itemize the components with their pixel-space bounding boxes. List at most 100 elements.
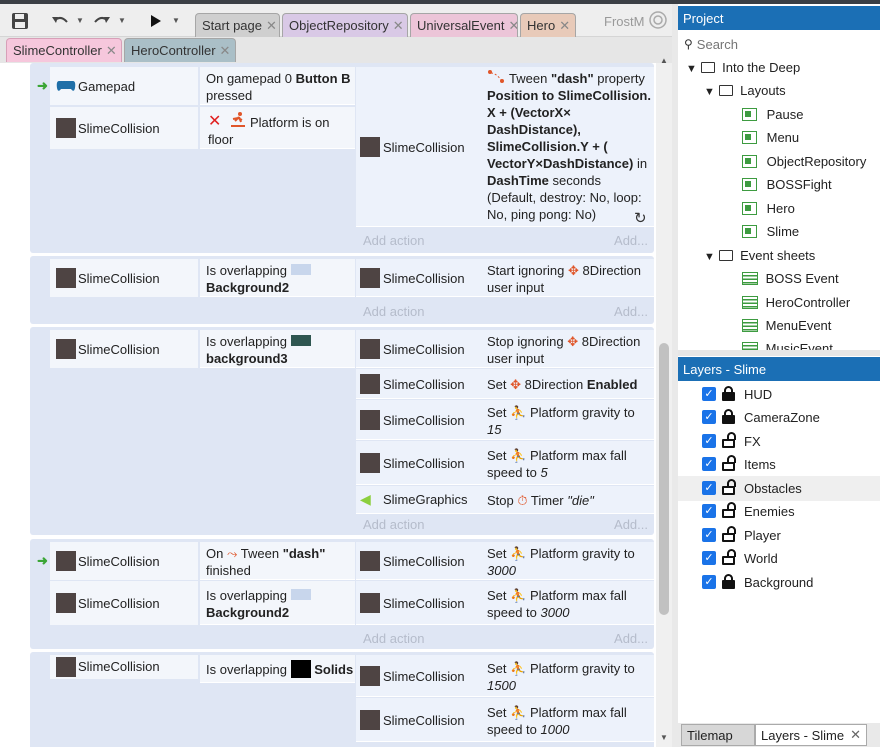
panel-splitter[interactable] [678, 350, 880, 356]
tree-item-layout[interactable]: Slime [742, 224, 799, 239]
play-dropdown-icon[interactable]: ▼ [172, 16, 180, 25]
action-row[interactable]: SlimeCollision Stop ignoring ✥ 8Directio… [356, 330, 654, 368]
undo-icon[interactable] [48, 10, 72, 32]
undo-dropdown-icon[interactable]: ▼ [76, 16, 84, 25]
layer-name[interactable]: FX [744, 434, 761, 449]
action-row[interactable]: SlimeCollision Set ✥ 8Direction Enabled [356, 369, 654, 399]
layer-visible-checkbox[interactable]: ✓ [702, 528, 716, 542]
layer-visible-checkbox[interactable]: ✓ [702, 551, 716, 565]
condition-object[interactable]: SlimeCollision [50, 107, 198, 149]
expand-icon[interactable]: ▼ [686, 63, 697, 75]
layer-visible-checkbox[interactable]: ✓ [702, 434, 716, 448]
scroll-up-icon[interactable]: ▲ [660, 56, 668, 65]
search-input[interactable] [696, 36, 857, 52]
layer-name[interactable]: HUD [744, 387, 772, 402]
condition-object[interactable]: Gamepad [50, 67, 198, 105]
lock-icon[interactable] [722, 574, 735, 589]
add-more-link[interactable]: Add... [590, 233, 648, 248]
lock-icon[interactable] [722, 386, 735, 401]
tab-start-page[interactable]: Start page ✕ [195, 13, 280, 37]
layer-visible-checkbox[interactable]: ✓ [702, 457, 716, 471]
condition-object[interactable]: SlimeCollision [50, 581, 198, 625]
save-icon[interactable] [8, 10, 32, 32]
tree-item-layout[interactable]: Pause [742, 107, 804, 122]
layer-name[interactable]: Player [744, 528, 781, 543]
tree-item-layout[interactable]: Menu [742, 130, 799, 145]
condition-row[interactable]: Is overlapping Solids [200, 655, 355, 683]
condition-row[interactable]: ✕ Platform is on floor [200, 107, 355, 149]
tree-item-event-sheet[interactable]: HeroController [742, 295, 850, 310]
close-icon[interactable]: ✕ [850, 727, 861, 743]
expand-icon[interactable]: ▼ [704, 86, 715, 98]
redo-icon[interactable] [90, 10, 114, 32]
action-row[interactable]: ◀ SlimeGraphics Stop ⏱ Timer "die" [356, 486, 654, 514]
tab-universalevent[interactable]: UniversalEvent✕ [410, 13, 518, 37]
tab-herocontroller[interactable]: HeroController ✕ [124, 38, 236, 62]
action-row[interactable]: SlimeCollision Tween "dash" property Pos… [356, 67, 654, 227]
tree-item-event-sheet[interactable]: MenuEvent [742, 318, 831, 333]
add-action-link[interactable]: Add action [363, 631, 424, 646]
lock-icon[interactable] [722, 409, 735, 424]
action-row[interactable]: SlimeCollision Set ⛹ Platform gravity to… [356, 400, 654, 440]
add-more-link[interactable]: Add... [590, 631, 648, 646]
tree-item-layout[interactable]: ObjectRepository [742, 154, 866, 169]
close-icon[interactable]: ✕ [508, 18, 517, 34]
action-row[interactable]: SlimeCollision Set ⛹ Platform gravity to… [356, 655, 654, 697]
condition-row[interactable]: On gamepad 0 Button B pressed [200, 67, 355, 105]
condition-object[interactable]: SlimeCollision [50, 542, 198, 580]
action-row[interactable]: SlimeCollision Set ⛹ Platform max fall sp… [356, 698, 654, 742]
close-icon[interactable]: ✕ [266, 18, 277, 34]
layer-visible-checkbox[interactable]: ✓ [702, 387, 716, 401]
unlock-icon[interactable] [722, 502, 736, 518]
project-search[interactable]: ⚲ [684, 34, 874, 54]
layer-name[interactable]: Items [744, 457, 776, 472]
add-action-link[interactable]: Add action [363, 233, 424, 248]
layer-name[interactable]: Background [744, 575, 813, 590]
tree-item-event-sheet[interactable]: BOSS Event [742, 271, 839, 286]
close-icon[interactable]: ✕ [393, 18, 404, 34]
close-icon[interactable]: ✕ [106, 43, 117, 59]
layer-visible-checkbox[interactable]: ✓ [702, 481, 716, 495]
tab-tilemap[interactable]: Tilemap [681, 724, 755, 746]
unlock-icon[interactable] [722, 549, 736, 565]
tree-item-layout[interactable]: BOSSFight [742, 177, 832, 192]
layer-name[interactable]: Enemies [744, 504, 795, 519]
expand-icon[interactable]: ▼ [704, 251, 715, 263]
tree-folder-layouts[interactable]: ▼ Layouts [704, 83, 786, 98]
condition-row[interactable]: Is overlapping background3 [200, 330, 355, 368]
condition-row[interactable]: Is overlapping Background2 [200, 581, 355, 625]
condition-row[interactable]: On ⤳ Tween "dash" finished [200, 542, 355, 580]
tab-layers-slime[interactable]: Layers - Slime ✕ [755, 724, 867, 746]
action-row[interactable]: SlimeCollision Set ⛹ Platform max fall sp… [356, 441, 654, 485]
add-more-link[interactable]: Add... [590, 517, 648, 532]
layer-name[interactable]: Obstacles [744, 481, 802, 496]
tree-item-event-sheet[interactable]: MusicEvent [742, 341, 833, 350]
condition-object[interactable]: SlimeCollision [50, 330, 198, 368]
tree-folder-event-sheets[interactable]: ▼ Event sheets [704, 248, 815, 263]
unlock-icon[interactable] [722, 526, 736, 542]
unlock-icon[interactable] [722, 455, 736, 471]
layer-visible-checkbox[interactable]: ✓ [702, 504, 716, 518]
tab-hero[interactable]: Hero ✕ [520, 13, 576, 37]
action-row[interactable]: SlimeCollision Set ⛹ Platform gravity to… [356, 542, 654, 580]
play-icon[interactable] [146, 10, 166, 32]
action-row[interactable]: SlimeCollision Start ignoring ✥ 8Directi… [356, 259, 654, 297]
tab-slimecontroller[interactable]: SlimeController ✕ [6, 38, 122, 62]
unlock-icon[interactable] [722, 432, 736, 448]
condition-row[interactable]: Is overlapping Background2 [200, 259, 355, 297]
close-icon[interactable]: ✕ [220, 43, 231, 59]
add-action-link[interactable]: Add action [363, 304, 424, 319]
tree-item-layout[interactable]: Hero [742, 201, 795, 216]
condition-object[interactable]: SlimeCollision [50, 655, 198, 679]
add-action-link[interactable]: Add action [363, 517, 424, 532]
scroll-down-icon[interactable]: ▼ [660, 733, 668, 742]
action-row[interactable]: SlimeCollision Set ⛹ Platform max fall sp… [356, 581, 654, 625]
redo-dropdown-icon[interactable]: ▼ [118, 16, 126, 25]
layer-visible-checkbox[interactable]: ✓ [702, 575, 716, 589]
close-icon[interactable]: ✕ [559, 18, 570, 34]
tree-root[interactable]: ▼ Into the Deep [686, 60, 800, 75]
tab-objectrepository[interactable]: ObjectRepository ✕ [282, 13, 408, 37]
scrollbar-thumb[interactable] [659, 343, 669, 615]
layer-name[interactable]: CameraZone [744, 410, 820, 425]
layer-visible-checkbox[interactable]: ✓ [702, 410, 716, 424]
